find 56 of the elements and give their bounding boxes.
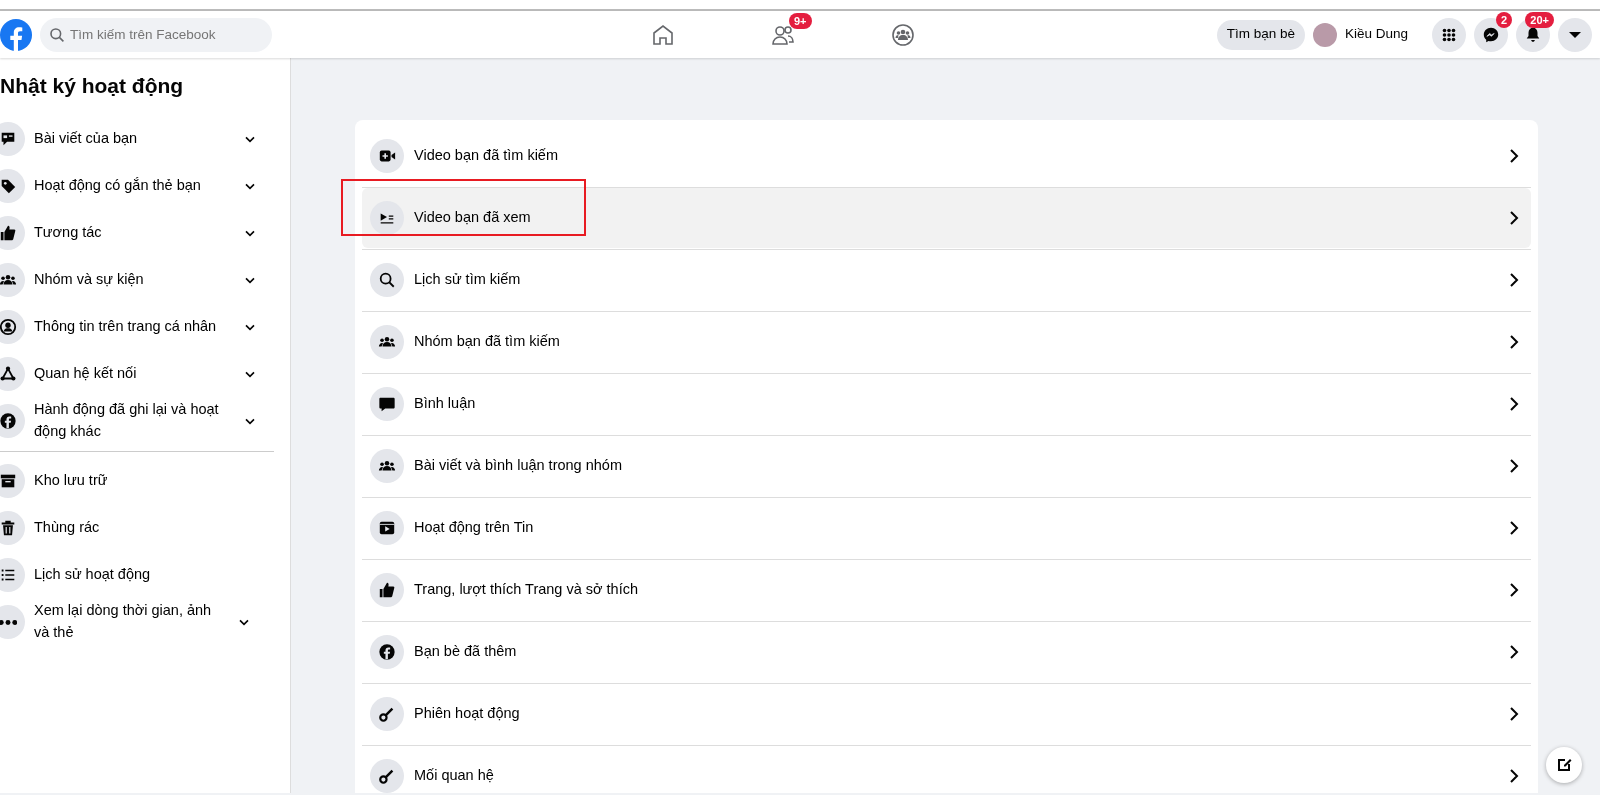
search-icon [378, 271, 396, 289]
category-row[interactable]: Mối quan hệ [362, 746, 1531, 793]
notification-count: 2 [1495, 11, 1512, 28]
sidebar-item[interactable]: Xem lại dòng thời gian, ảnh và thẻ [0, 598, 270, 646]
sidebar-item[interactable]: Thông tin trên trang cá nhân [0, 303, 270, 351]
menu-button[interactable] [1432, 17, 1466, 52]
bell-icon [1524, 25, 1542, 44]
profile-name[interactable]: Kiều Dung [1344, 24, 1408, 45]
compose-button[interactable] [1546, 747, 1582, 783]
messenger-button[interactable] [1474, 17, 1508, 52]
friends-tab[interactable]: 9+ [723, 11, 843, 58]
sidebar-item[interactable]: Hành động đã ghi lại và hoạt động khác [0, 397, 270, 445]
thumbs-up-icon [0, 224, 17, 242]
comment-bubble-icon [378, 395, 396, 413]
more-dots-icon [0, 618, 17, 626]
trash-can-icon [0, 519, 17, 537]
find-friends-button[interactable]: Tìm bạn bè [1216, 19, 1305, 50]
page-title: Nhật ký hoạt động [0, 73, 185, 99]
sidebar-item[interactable]: Thùng rác [0, 504, 270, 552]
category-row[interactable]: Video bạn đã xem [362, 188, 1531, 248]
category-row[interactable]: Phiên hoạt động [362, 684, 1531, 744]
avatar[interactable] [1312, 22, 1337, 47]
search-field[interactable]: Tìm kiếm trên Facebook [40, 17, 272, 52]
sidebar-item[interactable]: Tương tác [0, 209, 270, 257]
key-icon [378, 705, 396, 723]
messenger-icon [1482, 25, 1500, 44]
category-row[interactable]: Bạn bè đã thêm [362, 622, 1531, 682]
film-clip-icon [378, 519, 396, 537]
home-icon [651, 22, 675, 47]
sidebar-item[interactable]: Nhóm và sự kiện [0, 256, 270, 304]
connection-nodes-icon [0, 365, 17, 383]
category-row[interactable]: Bài viết và bình luận trong nhóm [362, 436, 1531, 496]
caret-icon [1569, 31, 1581, 38]
sidebar-item[interactable]: Lịch sử hoạt động [0, 551, 270, 599]
groups-icon [891, 22, 915, 47]
category-row[interactable]: Video bạn đã tìm kiếm [362, 126, 1531, 186]
category-row[interactable]: Trang, lượt thích Trang và sở thích [362, 560, 1531, 620]
sidebar-item[interactable]: Bài viết của bạn [0, 115, 270, 163]
sidebar-item[interactable]: Kho lưu trữ [0, 457, 270, 505]
tag-icon [0, 177, 17, 195]
notification-count: 9+ [789, 13, 812, 29]
sidebar-item[interactable]: Quan hệ kết nối [0, 350, 270, 398]
sidebar-item[interactable]: Hoạt động có gắn thẻ bạn [0, 162, 270, 210]
facebook-circle-icon [0, 412, 17, 430]
key-icon [378, 767, 396, 785]
thumbs-up-icon [378, 581, 396, 599]
notification-count: 20+ [1525, 11, 1554, 28]
edit-icon [1555, 756, 1573, 774]
facebook-logo[interactable] [0, 18, 32, 51]
archive-box-icon [0, 472, 17, 490]
category-row[interactable]: Bình luận [362, 374, 1531, 434]
account-button[interactable] [1558, 17, 1592, 52]
facebook-circle-icon [378, 643, 396, 661]
category-row[interactable]: Nhóm bạn đã tìm kiếm [362, 312, 1531, 372]
category-row[interactable]: Lịch sử tìm kiếm [362, 250, 1531, 310]
category-row[interactable]: Hoạt động trên Tin [362, 498, 1531, 558]
